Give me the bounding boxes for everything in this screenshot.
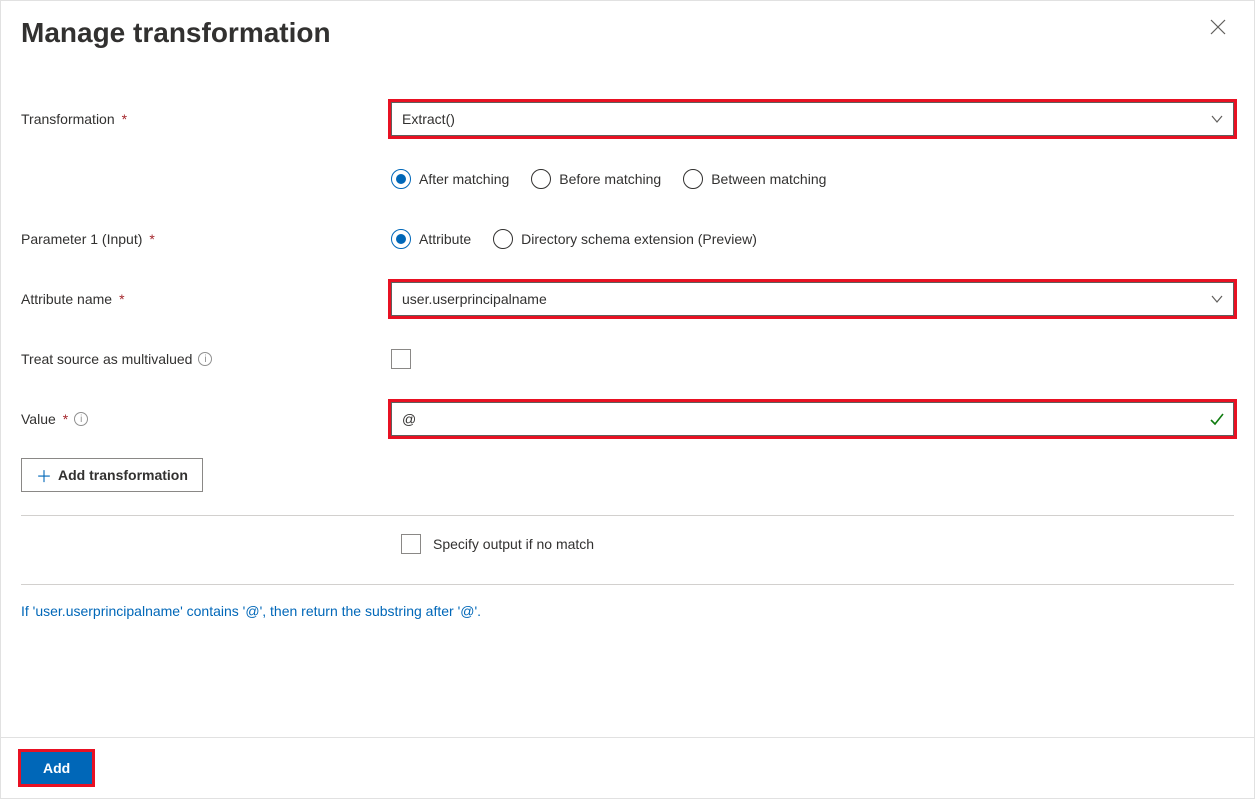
radio-label: Before matching xyxy=(559,171,661,187)
close-icon xyxy=(1210,19,1226,35)
parameter1-label: Parameter 1 (Input)* xyxy=(21,231,391,247)
radio-circle-icon xyxy=(493,229,513,249)
page-title: Manage transformation xyxy=(21,11,331,49)
radio-circle-icon xyxy=(683,169,703,189)
radio-between-matching[interactable]: Between matching xyxy=(683,169,826,189)
chevron-down-icon xyxy=(1209,291,1225,307)
radio-label: Directory schema extension (Preview) xyxy=(521,231,757,247)
radio-label: Between matching xyxy=(711,171,826,187)
attribute-name-dropdown[interactable]: user.userprincipalname xyxy=(391,282,1234,316)
transformation-dropdown[interactable]: Extract() xyxy=(391,102,1234,136)
transformation-preview-text: If 'user.userprincipalname' contains '@'… xyxy=(21,603,1234,619)
radio-circle-icon xyxy=(531,169,551,189)
separator xyxy=(21,515,1234,516)
close-button[interactable] xyxy=(1202,11,1234,43)
radio-after-matching[interactable]: After matching xyxy=(391,169,509,189)
value-input[interactable]: @ xyxy=(391,402,1234,436)
treat-multivalued-label: Treat source as multivalued i xyxy=(21,351,391,367)
transformation-label: Transformation* xyxy=(21,111,391,127)
add-button[interactable]: Add xyxy=(21,752,92,784)
specify-output-checkbox[interactable] xyxy=(401,534,421,554)
attribute-name-dropdown-value: user.userprincipalname xyxy=(402,291,547,307)
radio-label: Attribute xyxy=(419,231,471,247)
info-icon: i xyxy=(198,352,212,366)
plus-icon: ＋ xyxy=(36,463,52,487)
specify-output-label: Specify output if no match xyxy=(433,536,594,552)
radio-label: After matching xyxy=(419,171,509,187)
radio-directory-schema-extension[interactable]: Directory schema extension (Preview) xyxy=(493,229,757,249)
transformation-dropdown-value: Extract() xyxy=(402,111,455,127)
attribute-name-label: Attribute name* xyxy=(21,291,391,307)
treat-multivalued-checkbox[interactable] xyxy=(391,349,411,369)
radio-attribute[interactable]: Attribute xyxy=(391,229,471,249)
radio-circle-icon xyxy=(391,229,411,249)
add-transformation-label: Add transformation xyxy=(58,467,188,483)
chevron-down-icon xyxy=(1209,111,1225,127)
add-transformation-button[interactable]: ＋ Add transformation xyxy=(21,458,203,492)
radio-circle-icon xyxy=(391,169,411,189)
checkmark-icon xyxy=(1209,411,1225,427)
info-icon: i xyxy=(74,412,88,426)
separator xyxy=(21,584,1234,585)
value-label: Value* i xyxy=(21,411,391,427)
value-input-text: @ xyxy=(402,411,416,427)
radio-before-matching[interactable]: Before matching xyxy=(531,169,661,189)
